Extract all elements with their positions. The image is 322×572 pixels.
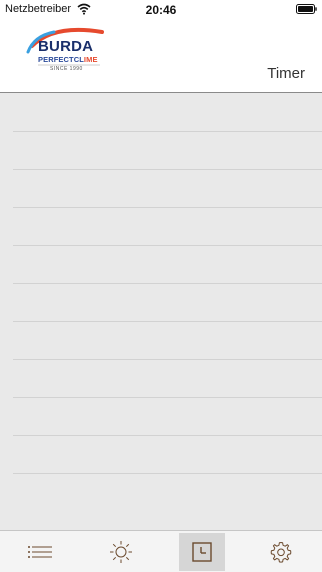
clock-icon — [192, 542, 212, 562]
timer-row-separator — [13, 207, 322, 208]
timer-list[interactable] — [0, 93, 322, 530]
page-title: Timer — [267, 65, 305, 82]
timer-row-separator — [13, 321, 322, 322]
timer-row-separator — [13, 359, 322, 360]
timer-row-separator — [13, 169, 322, 170]
logo-since: SINCE 1990 — [50, 66, 83, 72]
timer-row-separator — [13, 245, 322, 246]
logo-brand: BURDA — [38, 38, 94, 55]
logo-tagline: PERFECTCLIME — [38, 55, 98, 64]
tab-list[interactable] — [17, 533, 63, 571]
status-bar: Netzbetreiber 20:46 — [0, 0, 322, 20]
logo-tagline-part2: IME — [83, 55, 98, 64]
tab-settings[interactable] — [258, 533, 304, 571]
tab-bar — [0, 530, 322, 572]
battery-icon — [296, 4, 317, 14]
burda-logo: BURDA PERFECTCLIME SINCE 1990 — [24, 24, 108, 74]
timer-row-separator — [13, 473, 322, 474]
app-header: BURDA PERFECTCLIME SINCE 1990 Timer — [0, 20, 322, 92]
timer-row-separator — [13, 131, 322, 132]
tab-sun[interactable] — [98, 533, 144, 571]
timer-row-separator — [13, 435, 322, 436]
status-time: 20:46 — [145, 3, 177, 17]
timer-row-separator — [13, 283, 322, 284]
gear-icon — [270, 542, 292, 563]
timer-row-separator — [13, 397, 322, 398]
list-icon — [28, 546, 52, 558]
tab-timer[interactable] — [179, 533, 225, 571]
sun-icon — [110, 541, 132, 563]
logo-tagline-part1: PERFECTCL — [38, 55, 84, 64]
